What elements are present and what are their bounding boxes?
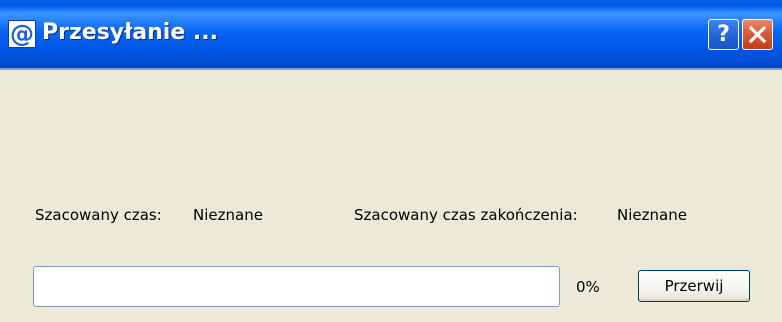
close-icon [748,25,767,44]
estimated-end-label: Szacowany czas zakończenia: [354,206,578,224]
internet-explorer-icon [8,19,36,49]
window-title: Przesyłanie ... [42,20,218,45]
upload-progress-bar [33,266,560,307]
upload-dialog: Przesyłanie ... ? Szacowany czas: Niezna… [0,0,782,322]
help-button[interactable]: ? [708,19,739,50]
estimated-end-value: Nieznane [617,206,687,224]
title-bar-border [0,68,782,70]
estimated-time-label: Szacowany czas: [35,206,162,224]
title-bar[interactable]: Przesyłanie ... ? [0,0,782,68]
progress-percent: 0% [576,278,600,296]
close-button[interactable] [742,19,773,50]
estimated-time-value: Nieznane [193,206,263,224]
help-icon: ? [717,22,730,47]
abort-button[interactable]: Przerwij [638,270,750,302]
